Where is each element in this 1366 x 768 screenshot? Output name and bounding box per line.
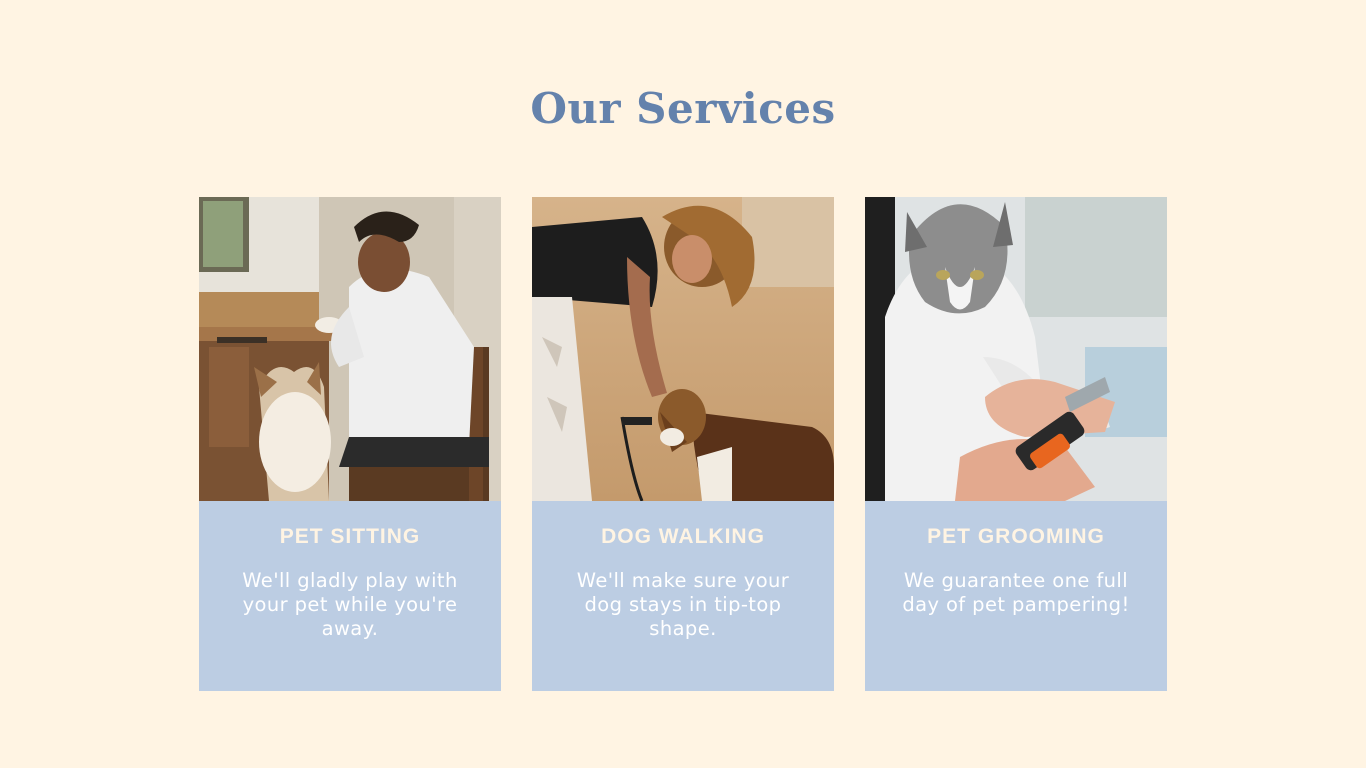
service-description: We'll make sure your dog stays in tip-to… — [576, 569, 790, 640]
service-card-pet-grooming[interactable]: PET GROOMING We guarantee one full day o… — [865, 197, 1167, 691]
service-title: DOG WALKING — [601, 525, 765, 548]
page-title: Our Services — [530, 84, 836, 133]
service-card-dog-walking[interactable]: DOG WALKING We'll make sure your dog sta… — [532, 197, 834, 691]
man-with-husky-photo — [199, 197, 501, 501]
cat-nail-trim-photo — [865, 197, 1167, 501]
service-card-pet-sitting[interactable]: PET SITTING We'll gladly play with your … — [199, 197, 501, 691]
service-description: We guarantee one full day of pet pamperi… — [902, 569, 1130, 616]
service-description: We'll gladly play with your pet while yo… — [242, 569, 458, 640]
service-title: PET SITTING — [279, 525, 421, 548]
service-title: PET GROOMING — [927, 525, 1105, 548]
woman-with-beagle-photo — [532, 197, 834, 501]
